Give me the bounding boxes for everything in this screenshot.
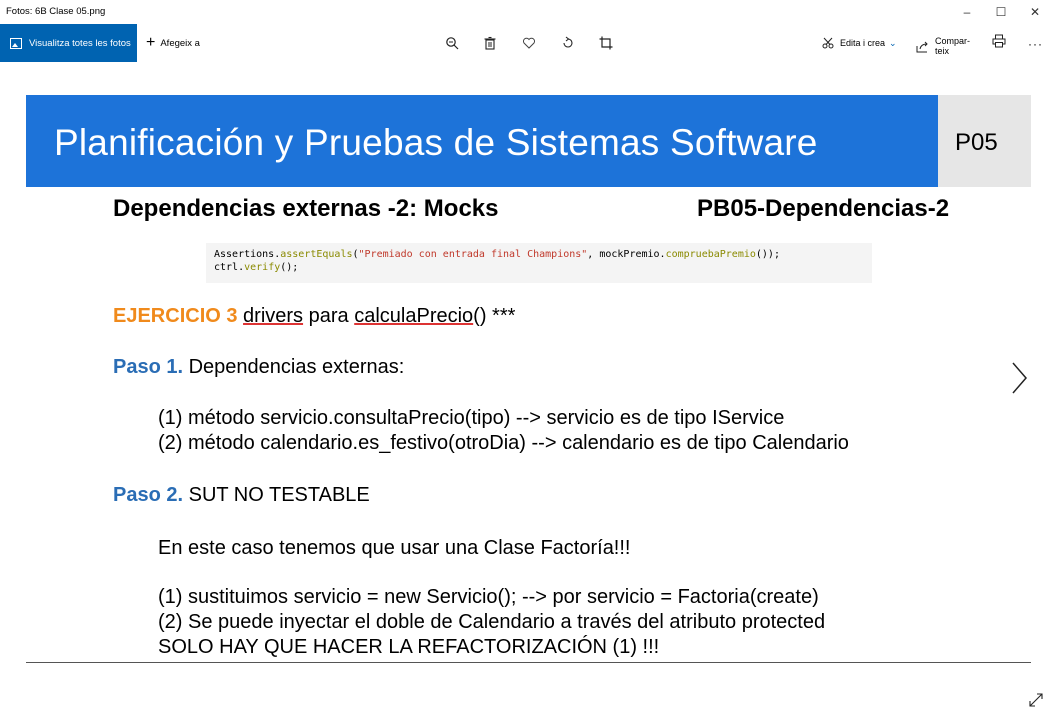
- step2-line1: En este caso tenemos que usar una Clase …: [158, 537, 631, 559]
- slide-header: Planificación y Pruebas de Sistemas Soft…: [26, 95, 938, 187]
- rotate-icon[interactable]: [559, 34, 577, 52]
- toolbar: Visualitza totes les fotos + Afegeix a E…: [0, 24, 1049, 62]
- more-options-button[interactable]: ···: [1028, 37, 1043, 51]
- code-token: Assertions.: [214, 249, 281, 260]
- exercise-line: EJERCICIO 3 drivers para calculaPrecio()…: [113, 305, 515, 328]
- window-title: Fotos: 6B Clase 05.png: [6, 6, 106, 17]
- exercise-text: () ***: [473, 305, 516, 327]
- add-to-button[interactable]: + Afegeix a: [146, 24, 200, 62]
- share-icon: [916, 41, 928, 53]
- slide-code-subtitle: PB05-Dependencias-2: [697, 195, 950, 222]
- plus-icon: +: [146, 34, 156, 51]
- step1-text: Dependencias externas:: [183, 356, 405, 378]
- zoom-icon[interactable]: [443, 34, 461, 52]
- code-snippet: Assertions.assertEquals("Premiado con en…: [206, 243, 872, 283]
- favorite-icon[interactable]: [520, 34, 538, 52]
- code-token: assertEquals: [280, 249, 353, 260]
- add-to-label: Afegeix a: [160, 37, 200, 49]
- share-button[interactable]: Compar- teix: [916, 36, 970, 56]
- code-token: compruebaPremio: [665, 249, 756, 260]
- photo-icon: [10, 37, 22, 49]
- share-label: Compar- teix: [935, 36, 970, 56]
- step2-item2: (2) Se puede inyectar el doble de Calend…: [158, 611, 826, 633]
- edit-create-button[interactable]: Edita i crea ⌄: [822, 24, 897, 62]
- exercise-text: calculaPrecio: [354, 305, 474, 327]
- maximize-button[interactable]: ☐: [984, 0, 1018, 24]
- code-token: ctrl.: [214, 262, 245, 273]
- step1-item2: (2) método calendario.es_festivo(otroDia…: [158, 432, 849, 454]
- step2-line: Paso 2. SUT NO TESTABLE: [113, 484, 370, 507]
- step1-line: Paso 1. Dependencias externas:: [113, 356, 404, 379]
- code-token: "Premiado con entrada final Champions": [358, 249, 588, 260]
- minimize-button[interactable]: –: [950, 0, 984, 24]
- slide-subtitle: Dependencias externas -2: Mocks: [113, 195, 499, 222]
- edit-create-label: Edita i crea: [840, 38, 886, 48]
- close-button[interactable]: ✕: [1018, 0, 1049, 24]
- code-token: ());: [755, 249, 780, 260]
- view-all-photos-button[interactable]: Visualitza totes les fotos: [0, 24, 137, 62]
- print-icon[interactable]: [992, 34, 1010, 52]
- code-token: , mockPremio.: [587, 249, 666, 260]
- delete-icon[interactable]: [481, 34, 499, 52]
- share-label-line2: teix: [935, 46, 950, 56]
- step1-item1: (1) método servicio.consultaPrecio(tipo)…: [158, 407, 785, 429]
- slide-image: Planificación y Pruebas de Sistemas Soft…: [26, 95, 1031, 663]
- step1-label: Paso 1.: [113, 356, 184, 378]
- step2-text: SUT NO TESTABLE: [183, 484, 370, 506]
- exercise-text: para: [303, 305, 355, 327]
- share-label-line1: Compar-: [935, 36, 971, 46]
- next-photo-arrow-icon[interactable]: [1008, 360, 1030, 396]
- photo-viewer: Planificación y Pruebas de Sistemas Soft…: [0, 62, 1049, 716]
- chevron-down-icon: ⌄: [889, 37, 897, 48]
- code-token: verify: [244, 262, 281, 273]
- step2-label: Paso 2.: [113, 484, 184, 506]
- expand-icon[interactable]: [1028, 692, 1044, 708]
- slide-code-label: P05: [955, 129, 998, 156]
- step2-line3: SOLO HAY QUE HACER LA REFACTORIZACIÓN (1…: [158, 636, 660, 658]
- exercise-text: drivers: [243, 305, 304, 327]
- scissors-icon: [822, 37, 834, 49]
- slide-header-title: Planificación y Pruebas de Sistemas Soft…: [54, 122, 818, 163]
- crop-icon[interactable]: [597, 34, 615, 52]
- exercise-label: EJERCICIO 3: [113, 305, 238, 327]
- slide-code-tag: P05: [938, 95, 1031, 187]
- view-all-photos-label: Visualitza totes les fotos: [29, 37, 131, 49]
- title-bar: Fotos: 6B Clase 05.png – ☐ ✕: [0, 0, 1049, 24]
- step2-item1: (1) sustituimos servicio = new Servicio(…: [158, 586, 819, 608]
- code-token: ();: [280, 262, 299, 273]
